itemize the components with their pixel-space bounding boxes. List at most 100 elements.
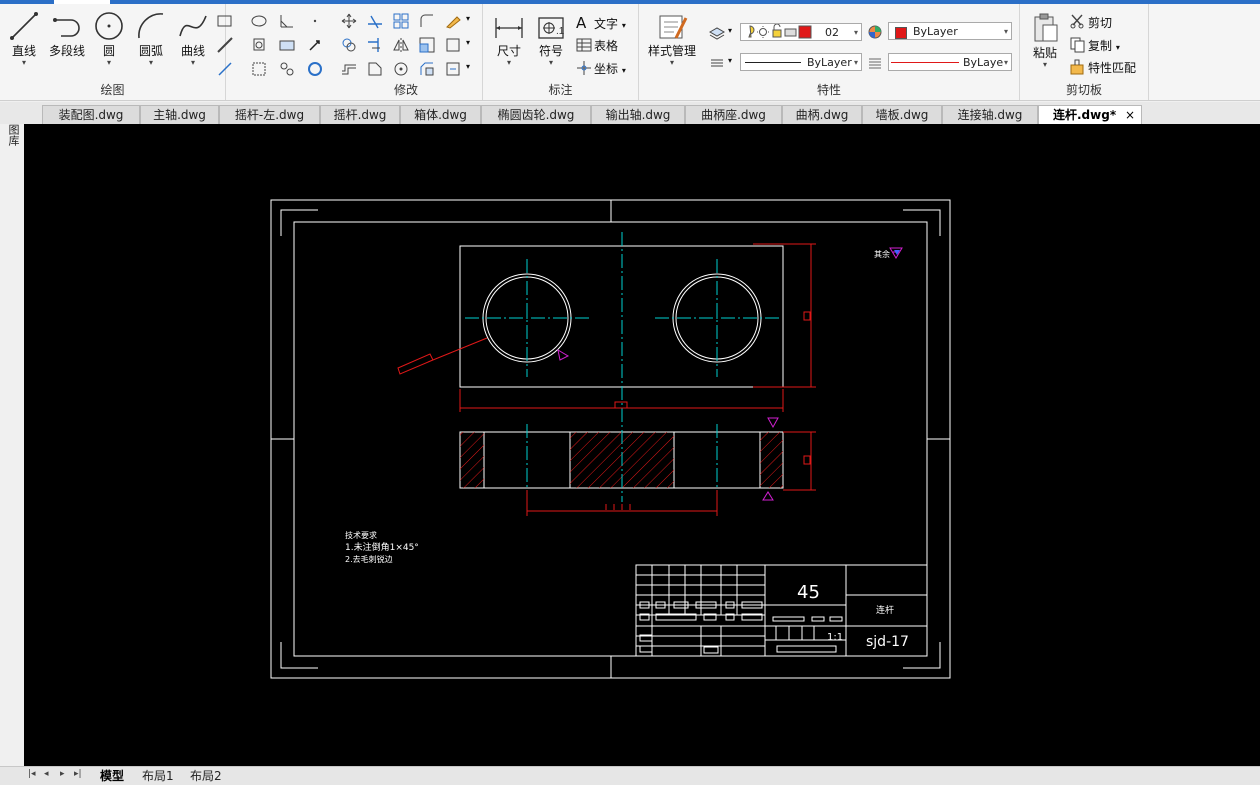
tab-crank[interactable]: 曲柄.dwg — [782, 105, 862, 124]
offset-icon[interactable] — [340, 60, 358, 78]
color-wheel-icon[interactable] — [866, 23, 884, 41]
paste-dropdown-icon[interactable]: ▾ — [1026, 61, 1064, 69]
ray-line-icon[interactable] — [216, 60, 234, 78]
layer-manager-dropdown-icon[interactable]: ▾ — [728, 26, 732, 35]
first-layout-icon[interactable]: |◂ — [28, 769, 36, 779]
curve-dropdown-icon[interactable]: ▾ — [174, 59, 212, 67]
mirror-icon[interactable] — [392, 36, 410, 54]
linetype-dropdown-icon[interactable]: ▾ — [854, 54, 858, 72]
break-dropdown-icon[interactable]: ▾ — [466, 62, 470, 71]
coordinate-button[interactable]: 坐标 ▾ — [594, 60, 626, 77]
cut-button[interactable]: 剪切 — [1088, 14, 1112, 31]
lineweight-select[interactable]: ByLaye ▾ — [888, 53, 1012, 71]
polyline-button[interactable]: 多段线 — [45, 10, 89, 59]
coordinate-dropdown-icon[interactable]: ▾ — [622, 66, 626, 75]
tab-elliptic-gear[interactable]: 椭圆齿轮.dwg — [481, 105, 591, 124]
fillet-icon[interactable] — [418, 12, 436, 30]
hatch-angle-icon[interactable] — [278, 12, 296, 30]
scale-icon[interactable] — [418, 36, 436, 54]
style-manager-dropdown-icon[interactable]: ▾ — [644, 59, 700, 67]
line-button[interactable]: 直线 ▾ — [6, 10, 42, 67]
tab-assembly[interactable]: 装配图.dwg — [42, 105, 140, 124]
text-dropdown-icon[interactable]: ▾ — [622, 21, 626, 30]
coordinate-icon[interactable] — [575, 59, 593, 77]
break-icon[interactable] — [444, 60, 462, 78]
arc-button[interactable]: 圆弧 ▾ — [132, 10, 170, 67]
dimension-dropdown-icon[interactable]: ▾ — [490, 59, 528, 67]
tab-layout1[interactable]: 布局1 — [142, 768, 174, 784]
table-button[interactable]: 表格 — [594, 37, 618, 54]
table-icon[interactable] — [575, 36, 593, 54]
array-icon[interactable] — [392, 12, 410, 30]
ray-icon[interactable] — [306, 36, 324, 54]
layer-manager-icon[interactable] — [708, 24, 726, 42]
extend-icon[interactable] — [366, 36, 384, 54]
style-manager-button[interactable]: 样式管理 ▾ — [644, 12, 700, 67]
tab-layout2[interactable]: 布局2 — [190, 768, 222, 784]
last-layout-icon[interactable]: ▸| — [74, 769, 82, 779]
trim-icon[interactable] — [366, 12, 384, 30]
chamfer-icon[interactable] — [418, 60, 436, 78]
move-icon[interactable] — [340, 12, 358, 30]
lineweight-dropdown-icon[interactable]: ▾ — [1004, 54, 1008, 72]
layer-select[interactable]: 02 ▾ — [740, 23, 862, 41]
tab-rocker-left[interactable]: 摇杆-左.dwg — [219, 105, 320, 124]
layer-dropdown-icon[interactable]: ▾ — [854, 24, 858, 42]
match-properties-icon[interactable] — [1068, 58, 1086, 76]
color-dropdown-icon[interactable]: ▾ — [1004, 23, 1008, 41]
curve-button[interactable]: 曲线 ▾ — [174, 10, 212, 67]
text-button[interactable]: 文字 ▾ — [594, 15, 626, 32]
next-layout-icon[interactable]: ▸ — [60, 769, 65, 779]
text-icon[interactable]: A — [576, 14, 586, 32]
stretch-icon[interactable] — [366, 60, 384, 78]
transparency-icon[interactable] — [866, 54, 884, 72]
dimension-button[interactable]: 尺寸 ▾ — [490, 14, 528, 67]
wipeout-icon[interactable] — [278, 60, 296, 78]
revision-cloud-icon[interactable] — [250, 60, 268, 78]
rectangle-icon[interactable] — [216, 12, 234, 30]
line-dropdown-icon[interactable]: ▾ — [6, 59, 42, 67]
copy-button[interactable]: 复制 ▾ — [1088, 37, 1120, 54]
rotate-icon[interactable] — [392, 60, 410, 78]
copy-object-icon[interactable] — [340, 36, 358, 54]
tab-connecting-shaft[interactable]: 连接轴.dwg — [942, 105, 1038, 124]
copy-icon[interactable] — [1068, 35, 1086, 53]
library-tab[interactable]: 图库 — [5, 124, 20, 146]
tab-main-shaft[interactable]: 主轴.dwg — [140, 105, 219, 124]
line-weight-icon[interactable] — [708, 54, 726, 72]
tab-close-icon[interactable]: × — [1125, 106, 1135, 125]
symbol-dropdown-icon[interactable]: ▾ — [533, 59, 569, 67]
color-select[interactable]: ByLayer ▾ — [888, 22, 1012, 40]
donut-icon[interactable] — [306, 60, 324, 78]
tab-housing[interactable]: 箱体.dwg — [400, 105, 481, 124]
tab-crank-seat[interactable]: 曲柄座.dwg — [685, 105, 782, 124]
circle-dropdown-icon[interactable]: ▾ — [92, 59, 126, 67]
boundary-icon[interactable] — [278, 36, 296, 54]
circle-button[interactable]: 圆 ▾ — [92, 10, 126, 67]
point-icon[interactable] — [306, 12, 324, 30]
match-properties-button[interactable]: 特性匹配 — [1088, 59, 1136, 76]
construction-line-icon[interactable] — [216, 36, 234, 54]
tab-model[interactable]: 模型 — [100, 768, 124, 784]
tab-wall-plate[interactable]: 墙板.dwg — [862, 105, 942, 124]
cut-icon[interactable] — [1068, 12, 1086, 30]
ellipse-icon[interactable] — [250, 12, 268, 30]
tab-connecting-rod[interactable]: 连杆.dwg* × — [1038, 105, 1142, 124]
explode-icon[interactable] — [444, 36, 462, 54]
coordinate-label: 坐标 — [594, 62, 619, 76]
symbol-button[interactable]: .1 符号 ▾ — [533, 14, 569, 67]
region-icon[interactable] — [250, 36, 268, 54]
arc-dropdown-icon[interactable]: ▾ — [132, 59, 170, 67]
drawing-canvas[interactable]: 其余 技术要求 1.未注倒角1×45° 2.去毛刺锐边 45 连杆 sjd-17… — [24, 124, 1260, 766]
erase-dropdown-icon[interactable]: ▾ — [466, 14, 470, 23]
modify-panel-title: 修改 — [393, 83, 418, 97]
erase-icon[interactable] — [444, 12, 462, 30]
line-weight-dropdown-icon[interactable]: ▾ — [728, 56, 732, 65]
linetype-select[interactable]: ByLayer ▾ — [740, 53, 862, 71]
tab-rocker[interactable]: 摇杆.dwg — [320, 105, 400, 124]
prev-layout-icon[interactable]: ◂ — [44, 769, 49, 779]
tab-output-shaft[interactable]: 输出轴.dwg — [591, 105, 685, 124]
explode-dropdown-icon[interactable]: ▾ — [466, 38, 470, 47]
paste-button[interactable]: 粘贴 ▾ — [1026, 12, 1064, 69]
copy-dropdown-icon[interactable]: ▾ — [1116, 43, 1120, 52]
